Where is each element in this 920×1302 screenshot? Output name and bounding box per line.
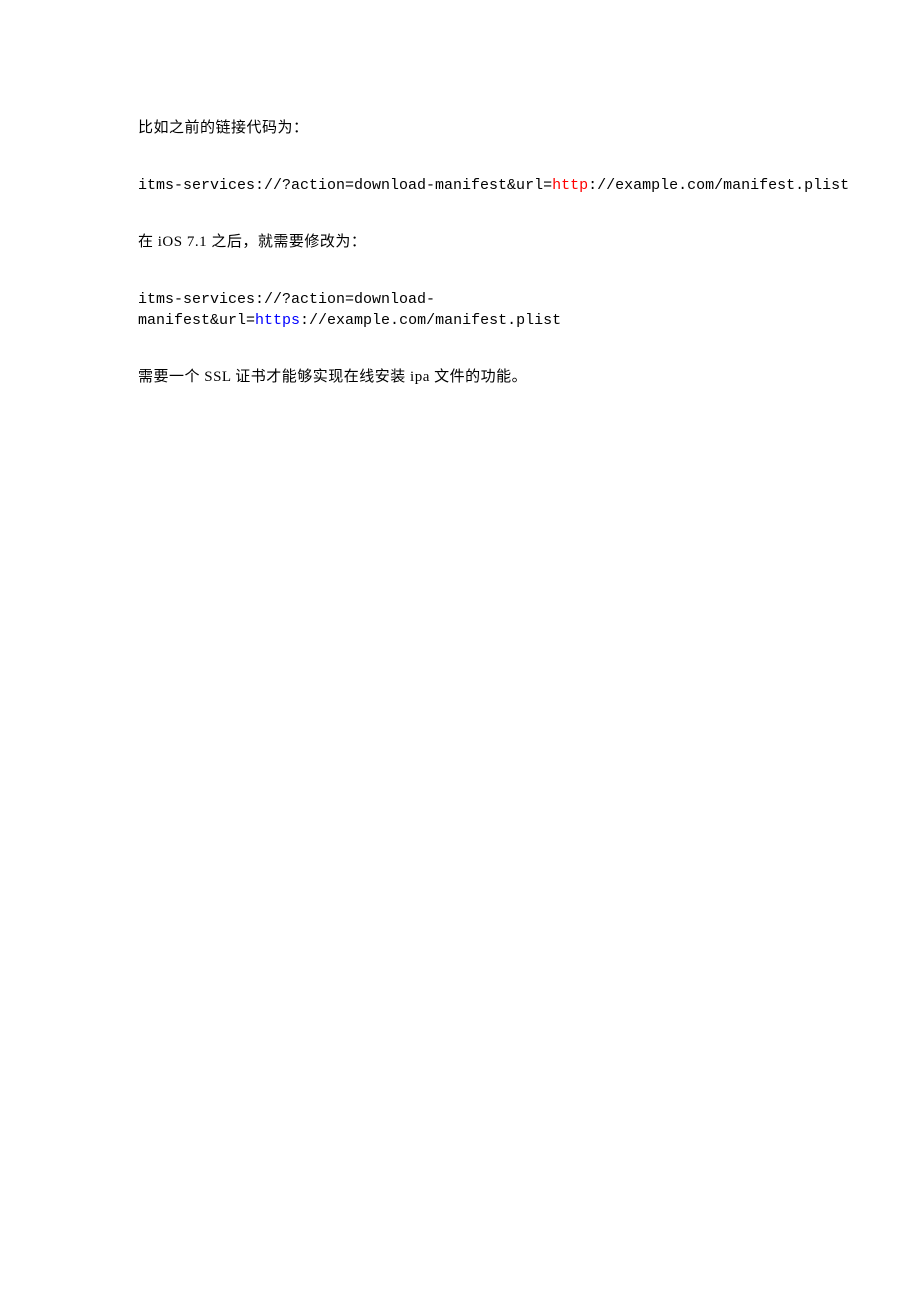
code-http-prefix: itms-services://?action=download-manifes…	[138, 177, 552, 194]
code-http-protocol: http	[552, 177, 588, 194]
code-https-protocol: https	[255, 312, 300, 329]
intro-paragraph: 比如之前的链接代码为：	[138, 118, 850, 139]
code-https-suffix: ://example.com/manifest.plist	[300, 312, 561, 329]
conclusion-text: 需要一个 SSL 证书才能够实现在线安装 ipa 文件的功能。	[138, 369, 527, 385]
code-line-https: itms-services://?action=download-manifes…	[138, 289, 850, 331]
code-http-suffix: ://example.com/manifest.plist	[588, 177, 849, 194]
transition-text: 在 iOS 7.1 之后，就需要修改为：	[138, 234, 366, 250]
transition-paragraph: 在 iOS 7.1 之后，就需要修改为：	[138, 232, 850, 253]
conclusion-paragraph: 需要一个 SSL 证书才能够实现在线安装 ipa 文件的功能。	[138, 367, 850, 388]
intro-text: 比如之前的链接代码为：	[138, 120, 309, 136]
code-line-http: itms-services://?action=download-manifes…	[138, 175, 850, 196]
